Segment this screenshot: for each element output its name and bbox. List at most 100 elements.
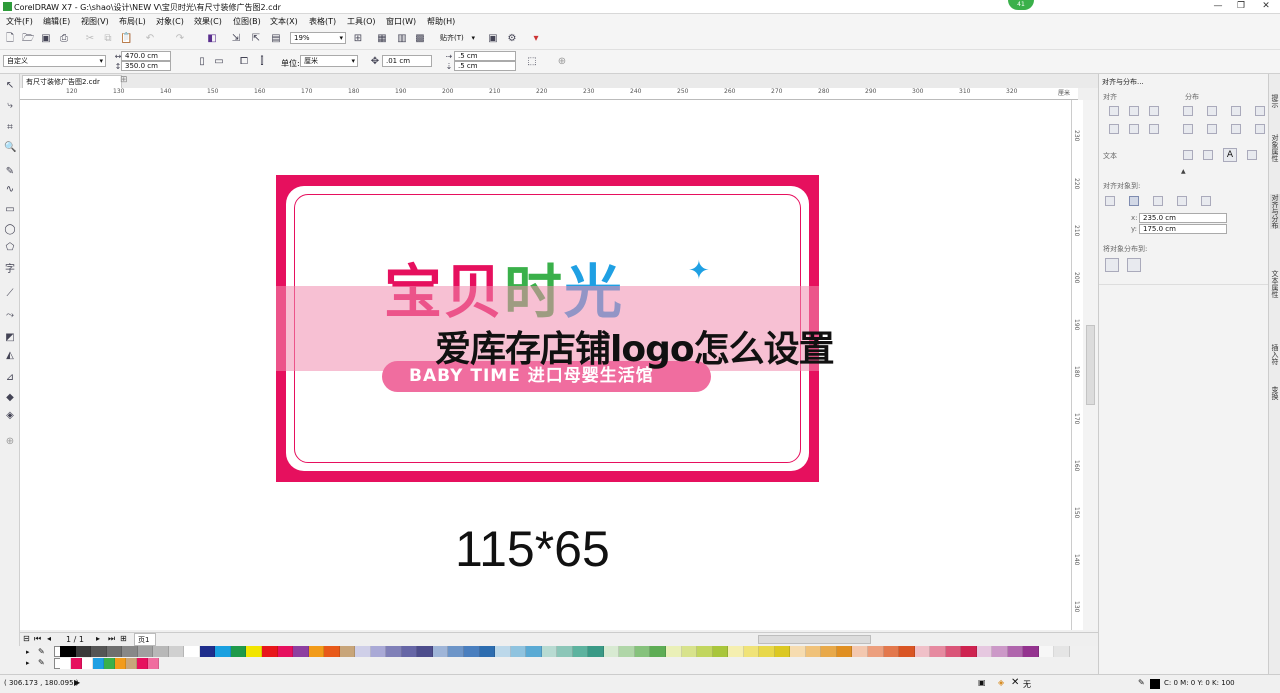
color-swatch[interactable] (106, 646, 123, 657)
color-swatch[interactable] (945, 646, 962, 657)
size-caption[interactable]: 115*65 (455, 520, 610, 578)
color-swatch[interactable] (417, 646, 433, 657)
color-swatch[interactable] (168, 646, 185, 657)
color-swatch[interactable] (805, 646, 822, 657)
artistic-media-icon[interactable]: ∿ (4, 184, 16, 196)
page-width-input[interactable]: 470.0 cm (121, 51, 171, 61)
shape-tool-icon[interactable]: ⤷ (4, 100, 16, 112)
align-top-icon[interactable] (1109, 124, 1119, 134)
color-swatch[interactable] (246, 646, 262, 657)
color-swatch[interactable] (230, 646, 247, 657)
side-tab-object-properties[interactable]: 对象属性 (1270, 134, 1280, 162)
color-swatch[interactable] (115, 658, 126, 669)
text-tool-icon[interactable]: 字 (4, 264, 16, 276)
nudge-distance-input[interactable]: .01 cm (382, 55, 432, 67)
color-swatch[interactable] (148, 658, 159, 669)
color-swatch[interactable] (370, 646, 387, 657)
align-to-edge-icon[interactable] (1153, 196, 1163, 206)
color-swatch[interactable] (836, 646, 853, 657)
unit-select[interactable]: 厘米 (300, 55, 358, 67)
color-swatch[interactable] (961, 646, 977, 657)
align-center-h-icon[interactable] (1129, 106, 1139, 116)
color-swatch[interactable] (91, 646, 107, 657)
color-swatch[interactable] (262, 646, 278, 657)
page-tab[interactable]: 页1 (134, 633, 156, 646)
drop-shadow-icon[interactable]: ◩ (4, 332, 16, 344)
color-swatch[interactable] (914, 646, 931, 657)
text-last-line-icon[interactable] (1203, 150, 1213, 160)
color-swatch[interactable] (339, 646, 356, 657)
menu-layout[interactable]: 布局(L) (119, 16, 146, 27)
color-swatch[interactable] (401, 646, 418, 657)
side-tab-hints[interactable]: 提示 (1270, 94, 1280, 108)
notification-badge[interactable]: 41 (1008, 0, 1034, 10)
close-button[interactable]: ✕ (1258, 1, 1274, 12)
color-swatch[interactable] (899, 646, 915, 657)
align-bottom-icon[interactable] (1149, 124, 1159, 134)
horizontal-ruler[interactable]: 120 130 140 150 160 170 180 190 200 210 … (20, 88, 1078, 100)
zoom-tool-icon[interactable]: 🔍 (4, 142, 16, 154)
color-swatch[interactable] (75, 646, 92, 657)
color-swatch[interactable] (71, 658, 82, 669)
color-swatch[interactable] (790, 646, 806, 657)
open-icon[interactable]: 🗁 (22, 33, 34, 45)
color-swatch[interactable] (510, 646, 527, 657)
color-swatch[interactable] (184, 646, 200, 657)
color-swatch[interactable] (992, 646, 1008, 657)
color-swatch[interactable] (697, 646, 713, 657)
status-play-icon[interactable]: ▶ (74, 678, 80, 687)
prev-page-icon[interactable]: ◂ (47, 634, 51, 643)
color-swatch[interactable] (743, 646, 760, 657)
snap-to-dropdown[interactable]: 贴齐(T) (436, 32, 478, 44)
color-swatch[interactable] (479, 646, 496, 657)
add-icon[interactable]: ⊕ (556, 56, 568, 68)
text-outline-icon[interactable] (1247, 150, 1257, 160)
menu-file[interactable]: 文件(F) (6, 16, 33, 27)
color-swatch[interactable] (634, 646, 651, 657)
page-preset-select[interactable]: 自定义 (3, 55, 106, 67)
distribute-center-icon[interactable] (1207, 106, 1217, 116)
color-swatch[interactable] (137, 646, 154, 657)
color-swatch[interactable] (557, 646, 573, 657)
align-to-point-icon[interactable] (1201, 196, 1211, 206)
copy-icon[interactable]: ⧉ (102, 33, 114, 45)
horizontal-scroll-thumb[interactable] (758, 635, 871, 644)
status-object-icon[interactable]: ▣ (978, 678, 986, 687)
color-swatch[interactable] (650, 646, 666, 657)
color-swatch[interactable] (432, 646, 449, 657)
side-tab-align-distribute[interactable]: 对齐与分布 (1270, 194, 1280, 229)
all-pages-icon[interactable]: ⧠ (238, 56, 250, 68)
color-swatch[interactable] (852, 646, 868, 657)
crop-tool-icon[interactable]: ⌗ (4, 122, 16, 134)
color-swatch[interactable] (293, 646, 309, 657)
align-x-input[interactable]: 235.0 cm (1139, 213, 1227, 223)
pick-tool-icon[interactable]: ↖ (4, 80, 16, 92)
color-swatch[interactable] (448, 646, 464, 657)
color-swatch[interactable] (93, 658, 104, 669)
distribute-bottom-icon[interactable] (1231, 124, 1241, 134)
distribute-right-icon[interactable] (1231, 106, 1241, 116)
doc-palette-eyedropper-icon[interactable]: ✎ (38, 658, 45, 667)
side-tab-text-properties[interactable]: 文本属性 (1270, 270, 1280, 298)
color-swatch[interactable] (541, 646, 558, 657)
first-page-icon[interactable]: ⏮ (34, 634, 41, 644)
landscape-icon[interactable]: ▭ (213, 56, 225, 68)
color-swatch[interactable] (821, 646, 837, 657)
options-icon[interactable]: ▣ (487, 33, 499, 45)
no-color-eyedropper-icon[interactable]: ✎ (38, 647, 45, 656)
portrait-icon[interactable]: ▯ (196, 56, 208, 68)
menu-view[interactable]: 视图(V) (81, 16, 109, 27)
current-page-icon[interactable]: ⫿ (256, 56, 268, 68)
distribute-left-icon[interactable] (1183, 106, 1193, 116)
distribute-to-page-icon[interactable] (1127, 258, 1141, 272)
vertical-ruler[interactable]: 230 220 210 200 190 180 170 160 150 140 … (1071, 100, 1083, 630)
color-swatch[interactable] (215, 646, 231, 657)
export-icon[interactable]: ⇱ (250, 33, 262, 45)
palette-scroll-left-icon[interactable]: ▸ (26, 648, 30, 656)
show-grid-icon[interactable]: ▩ (414, 33, 426, 45)
doc-palette-scroll-icon[interactable]: ▸ (26, 659, 30, 667)
color-swatch[interactable] (308, 646, 325, 657)
color-swatch[interactable] (355, 646, 371, 657)
color-swatch[interactable] (277, 646, 294, 657)
align-right-icon[interactable] (1149, 106, 1159, 116)
